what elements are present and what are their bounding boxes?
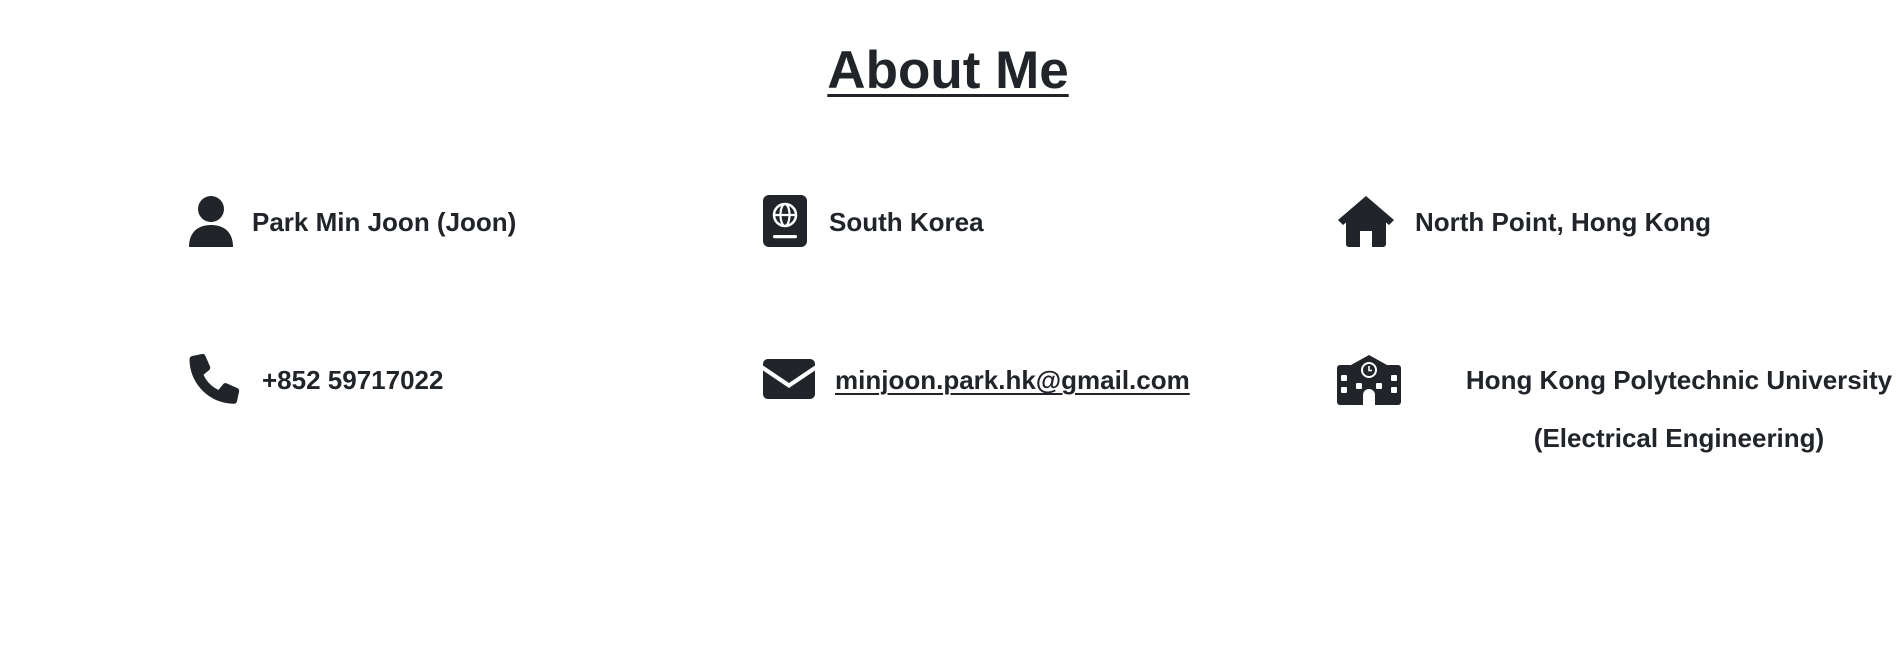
info-item-nationality: South Korea [763,193,984,251]
info-item-school: Hong Kong Polytechnic University (Electr… [1337,351,1896,467]
email-link[interactable]: minjoon.park.hk@gmail.com [835,351,1190,409]
passport-icon [763,195,807,247]
house-icon [1338,196,1394,247]
school-icon [1337,355,1401,405]
nationality-text: South Korea [829,207,984,237]
phone-icon [189,353,240,404]
page-title-text: About Me [827,41,1069,100]
school-text: Hong Kong Polytechnic University (Electr… [1465,365,1893,453]
phone-text: +852 59717022 [262,365,444,395]
info-item-name: Park Min Joon (Joon) [188,193,516,251]
address-text: North Point, Hong Kong [1415,207,1712,237]
page-title: About Me [0,36,1896,106]
info-item-phone: +852 59717022 [188,351,443,409]
name-text: Park Min Joon (Joon) [252,207,517,237]
envelope-icon [763,359,815,399]
info-item-address: North Point, Hong Kong [1337,193,1711,251]
person-icon [189,196,233,247]
info-item-email: minjoon.park.hk@gmail.com [763,351,1190,409]
